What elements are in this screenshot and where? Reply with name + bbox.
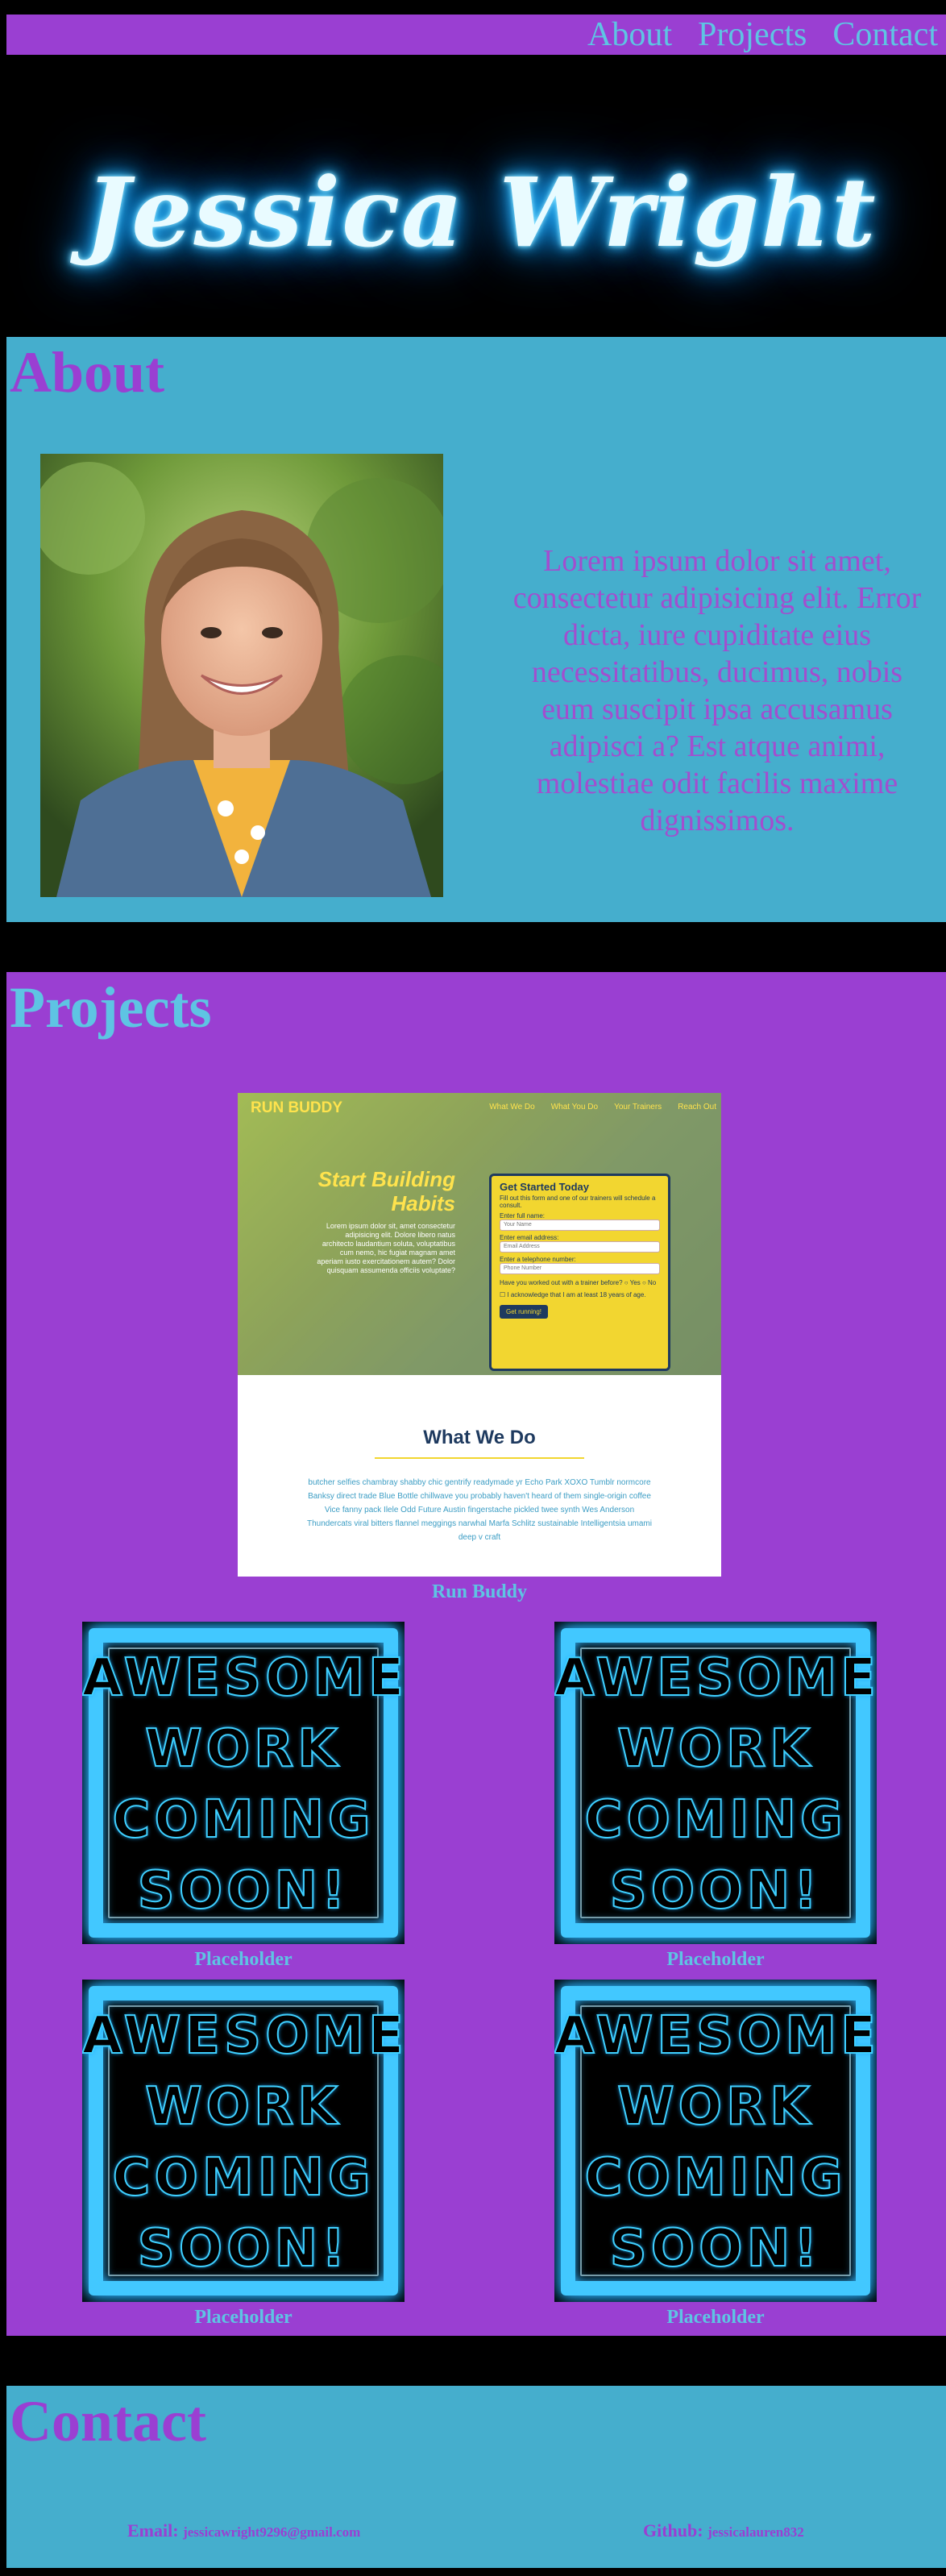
hero-name: Jessica Wright (85, 156, 878, 268)
rb-divider (375, 1457, 584, 1459)
rb-brand: RUN BUDDY (251, 1099, 342, 1116)
placeholder-caption-2: Placeholder (666, 1949, 765, 1970)
project-caption-run-buddy: Run Buddy (431, 1581, 528, 1602)
rb-nav-item: What You Do (550, 1103, 599, 1111)
rb-label: Enter full name: (500, 1212, 546, 1219)
rb-subtext: Lorem ipsum dolor sit, amet consectetur … (317, 1222, 455, 1274)
placeholder-caption-3: Placeholder (194, 2307, 293, 2328)
contact-title: Contact (10, 2389, 206, 2453)
rb-ack: ☐ I acknowledge that I am at least 18 ye… (500, 1291, 646, 1298)
nav-link-projects[interactable]: Projects (698, 18, 807, 52)
email-link[interactable]: jessicawright9296@gmail.com (183, 2524, 360, 2540)
placeholder-caption-1: Placeholder (194, 1949, 293, 1970)
placeholder-project-3[interactable]: AWESOME WORK COMING SOON! (82, 1980, 405, 2302)
rb-nav-item: Reach Out (678, 1103, 716, 1111)
about-title: About (10, 340, 165, 405)
rb-what-body: butcher selfies chambray shabby chic gen… (307, 1478, 652, 1542)
project-run-buddy-screenshot[interactable]: RUN BUDDY What We Do What You Do Your Tr… (238, 1093, 721, 1577)
rb-form-title: Get Started Today (500, 1181, 590, 1193)
hero-banner: Jessica Wright (0, 55, 946, 337)
contact-email: Email: jessicawright9296@gmail.com (127, 2520, 360, 2541)
placeholder-project-2[interactable]: AWESOME WORK COMING SOON! (554, 1622, 877, 1944)
coming-soon-text: AWESOME WORK COMING SOON! (554, 1647, 877, 1922)
rb-headline: Start Building Habits (317, 1167, 455, 1215)
rb-nav: What We Do What You Do Your Trainers Rea… (489, 1103, 716, 1111)
rb-submit-button: Get running! (500, 1305, 549, 1319)
github-link[interactable]: jessicalauren832 (707, 2524, 804, 2540)
rb-label: Enter a telephone number: (500, 1256, 576, 1263)
rb-label: Enter email address: (500, 1234, 559, 1241)
rb-phone-input: Phone Number (500, 1263, 660, 1274)
nav-link-contact[interactable]: Contact (832, 18, 938, 52)
top-nav: About Projects Contact (6, 15, 946, 55)
rb-question: Have you worked out with a trainer befor… (500, 1279, 657, 1286)
placeholder-project-4[interactable]: AWESOME WORK COMING SOON! (554, 1980, 877, 2302)
coming-soon-text: AWESOME WORK COMING SOON! (82, 2005, 405, 2279)
portrait-image (40, 454, 443, 897)
contact-section: Contact Email: jessicawright9296@gmail.c… (6, 2386, 946, 2568)
rb-nav-item: What We Do (489, 1103, 535, 1111)
rb-nav-item: Your Trainers (614, 1103, 662, 1111)
portrait-photo (40, 454, 443, 897)
rb-what-title: What We Do (423, 1427, 536, 1448)
placeholder-project-1[interactable]: AWESOME WORK COMING SOON! (82, 1622, 405, 1944)
rb-email-input: Email Address (500, 1241, 660, 1253)
rb-hero: RUN BUDDY What We Do What You Do Your Tr… (238, 1093, 721, 1375)
coming-soon-text: AWESOME WORK COMING SOON! (554, 2005, 877, 2279)
rb-form-intro: Fill out this form and one of our traine… (500, 1195, 656, 1209)
about-section: About Lorem ipsum dolor sit amet, consec… (6, 337, 946, 922)
projects-title: Projects (10, 975, 212, 1040)
placeholder-caption-4: Placeholder (666, 2307, 765, 2328)
contact-github: Github: jessicalauren832 (643, 2520, 804, 2541)
nav-link-about[interactable]: About (587, 18, 672, 52)
about-text: Lorem ipsum dolor sit amet, consectetur … (512, 544, 922, 837)
projects-section: Projects RUN BUDDY What We Do What You D… (6, 972, 946, 2336)
github-label: Github: (643, 2520, 703, 2541)
rb-what-we-do: What We Do butcher selfies chambray shab… (238, 1375, 721, 1577)
email-label: Email: (127, 2520, 179, 2541)
rb-signup-form: Get Started Today Fill out this form and… (489, 1174, 670, 1371)
rb-name-input: Your Name (500, 1219, 660, 1231)
coming-soon-text: AWESOME WORK COMING SOON! (82, 1647, 405, 1922)
